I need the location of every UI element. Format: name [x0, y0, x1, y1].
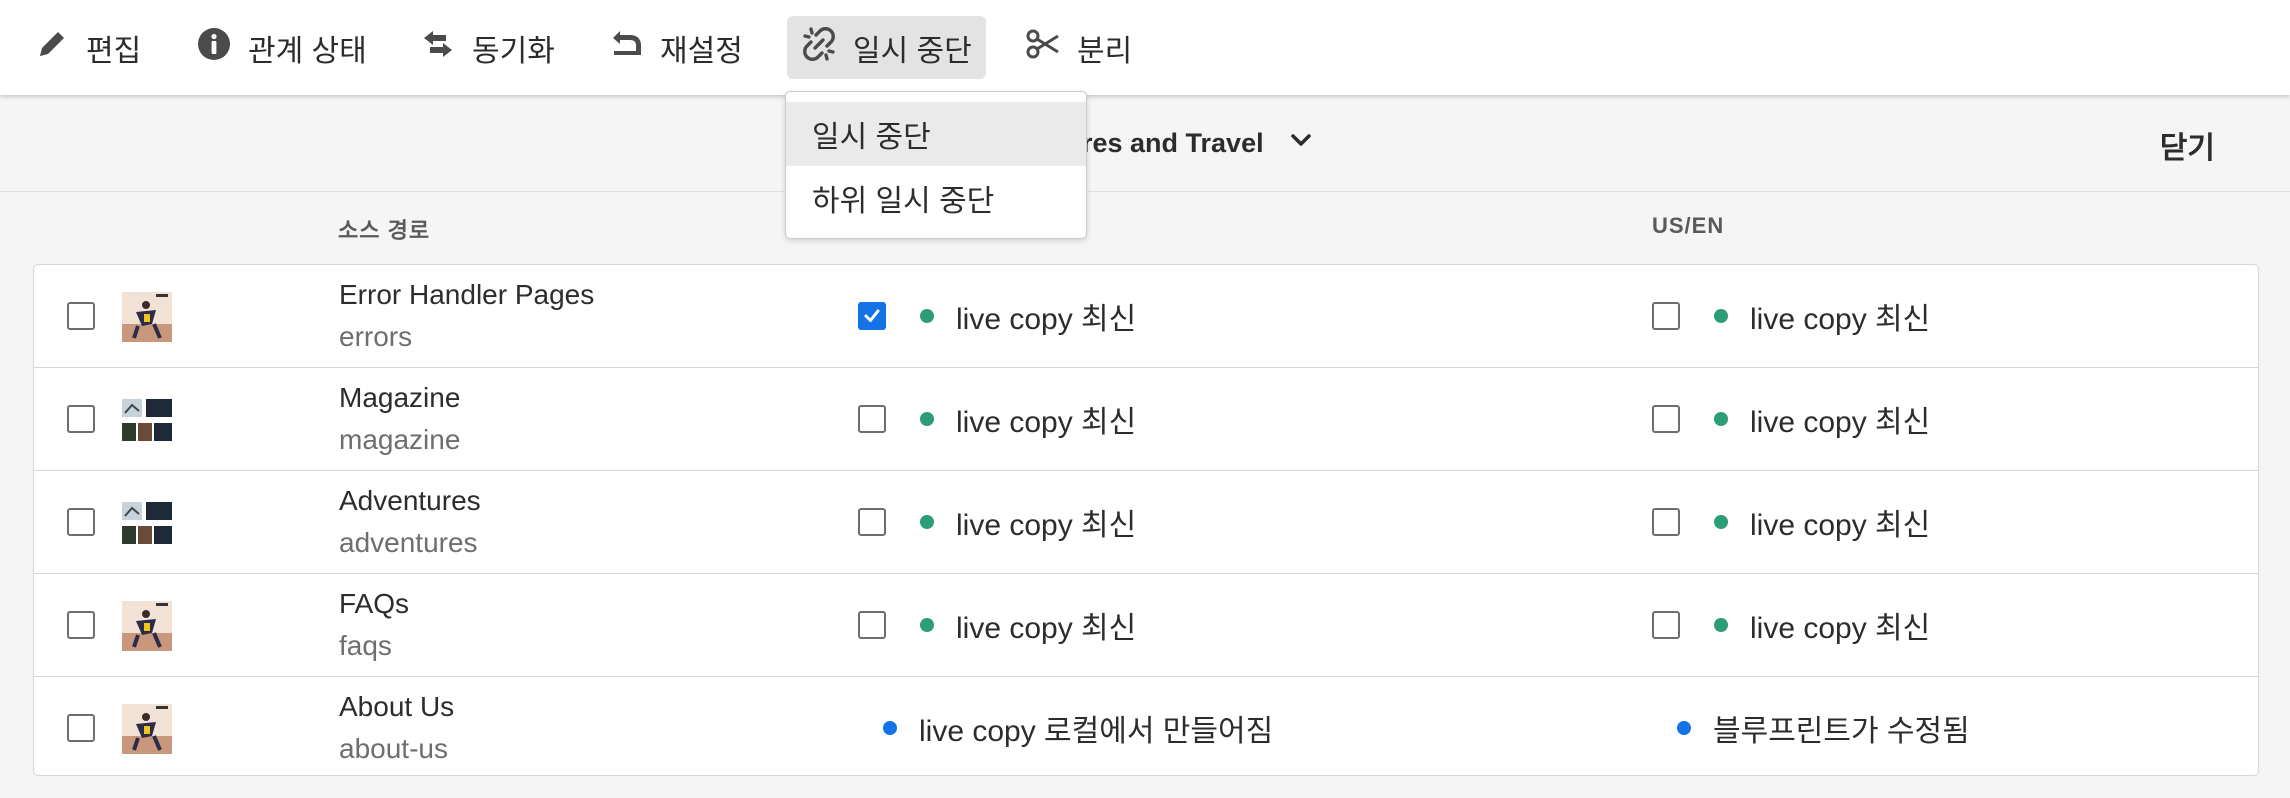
status-text: live copy 최신: [956, 406, 1137, 439]
menu-item-suspend-children[interactable]: 하위 일시 중단: [786, 166, 1086, 230]
status-dot-icon: [1677, 721, 1691, 735]
livecopy-checkbox[interactable]: [858, 302, 886, 330]
livecopy-status: live copy 로컬에서 만들어짐: [883, 706, 1273, 750]
row-select-checkbox[interactable]: [67, 508, 95, 536]
relationship-status-button[interactable]: 관계 상태: [182, 16, 381, 79]
us-en-status: live copy 최신: [1714, 500, 1930, 544]
us-en-status: live copy 최신: [1714, 603, 1930, 647]
status-text: 블루프린트가 수정됨: [1713, 715, 1970, 748]
row-select-checkbox[interactable]: [67, 611, 95, 639]
suspend-menu: 일시 중단 하위 일시 중단: [785, 91, 1087, 239]
status-text: live copy 최신: [1750, 509, 1931, 542]
us-en-checkbox[interactable]: [1652, 611, 1680, 639]
page-path: about-us: [339, 733, 448, 764]
livecopy-status: live copy 최신: [920, 397, 1136, 441]
page-thumbnail: [122, 498, 172, 548]
status-text: live copy 최신: [1750, 612, 1931, 645]
status-dot-icon: [1714, 515, 1728, 529]
status-text: live copy 로컬에서 만들어짐: [919, 715, 1274, 748]
edit-button[interactable]: 편집: [20, 16, 155, 79]
column-header-source-path: 소스 경로: [338, 218, 431, 243]
page-name: FAQs: [339, 588, 410, 619]
page-path: adventures: [339, 527, 478, 558]
status-dot-icon: [920, 618, 934, 632]
menu-item-suspend[interactable]: 일시 중단: [786, 102, 1086, 166]
row-select-checkbox[interactable]: [67, 302, 95, 330]
action-toolbar: 편집 관계 상태 동기화 재설정 일시 중단 분리: [0, 0, 2290, 95]
status-text: live copy 최신: [956, 303, 1137, 336]
status-dot-icon: [883, 721, 897, 735]
detach-label: 분리: [1077, 34, 1133, 68]
row-select-checkbox[interactable]: [67, 714, 95, 742]
page-thumbnail: [122, 292, 172, 342]
status-dot-icon: [920, 412, 934, 426]
livecopy-table: Error Handler Pages errors live copy 최신 …: [33, 264, 2259, 776]
row-select-checkbox[interactable]: [67, 405, 95, 433]
status-dot-icon: [1714, 412, 1728, 426]
page-path: magazine: [339, 424, 461, 455]
table-row[interactable]: Error Handler Pages errors live copy 최신 …: [34, 265, 2258, 368]
livecopy-status: live copy 최신: [920, 603, 1136, 647]
scissors-icon: [1025, 26, 1061, 70]
us-en-checkbox[interactable]: [1652, 508, 1680, 536]
status-text: live copy 최신: [956, 509, 1137, 542]
reset-button[interactable]: 재설정: [594, 16, 757, 79]
status-text: live copy 최신: [1750, 303, 1931, 336]
page-name: About Us: [339, 691, 455, 722]
page-name: Magazine: [339, 382, 461, 413]
status-dot-icon: [1714, 618, 1728, 632]
reset-label: 재설정: [660, 34, 743, 68]
page-thumbnail: [122, 704, 172, 754]
suspend-button[interactable]: 일시 중단: [787, 16, 986, 79]
table-row[interactable]: Magazine magazine live copy 최신 live copy…: [34, 368, 2258, 471]
page-thumbnail: [122, 395, 172, 445]
synchronize-button[interactable]: 동기화: [406, 16, 569, 79]
livecopy-status: live copy 최신: [920, 500, 1136, 544]
status-dot-icon: [1714, 309, 1728, 323]
page-name: Adventures: [339, 485, 481, 516]
page-path: errors: [339, 321, 413, 352]
page-name: Error Handler Pages: [339, 279, 595, 310]
edit-label: 편집: [86, 34, 142, 68]
info-icon: [196, 26, 232, 70]
us-en-checkbox[interactable]: [1652, 405, 1680, 433]
us-en-status: 블루프린트가 수정됨: [1677, 706, 1970, 750]
status-dot-icon: [920, 309, 934, 323]
status-text: live copy 최신: [1750, 406, 1931, 439]
status-dot-icon: [920, 515, 934, 529]
livecopy-checkbox[interactable]: [858, 508, 886, 536]
page-thumbnail: [122, 601, 172, 651]
broken-link-icon: [801, 26, 837, 70]
livecopy-checkbox[interactable]: [858, 611, 886, 639]
livecopy-checkbox[interactable]: [858, 405, 886, 433]
table-row[interactable]: Adventures adventures live copy 최신 live …: [34, 471, 2258, 574]
detach-button[interactable]: 분리: [1011, 16, 1146, 79]
page-path: faqs: [339, 630, 392, 661]
title-bar: ntures and Travel 닫기: [0, 95, 2290, 192]
column-header-us-en: US/EN: [1652, 213, 1725, 238]
suspend-label: 일시 중단: [853, 34, 972, 68]
us-en-checkbox[interactable]: [1652, 302, 1680, 330]
relationship-status-label: 관계 상태: [248, 34, 367, 68]
table-row[interactable]: About Us about-us live copy 로컬에서 만들어짐 블루…: [34, 677, 2258, 777]
table-row[interactable]: FAQs faqs live copy 최신 live copy 최신: [34, 574, 2258, 677]
pencil-icon: [34, 26, 70, 70]
undo-icon: [608, 26, 644, 70]
close-button[interactable]: 닫기: [2160, 123, 2215, 167]
synchronize-label: 동기화: [472, 34, 555, 68]
us-en-status: live copy 최신: [1714, 397, 1930, 441]
sync-arrows-icon: [420, 26, 456, 70]
status-text: live copy 최신: [956, 612, 1137, 645]
chevron-down-icon: [1288, 127, 1314, 160]
us-en-status: live copy 최신: [1714, 294, 1930, 338]
livecopy-status: live copy 최신: [920, 294, 1136, 338]
